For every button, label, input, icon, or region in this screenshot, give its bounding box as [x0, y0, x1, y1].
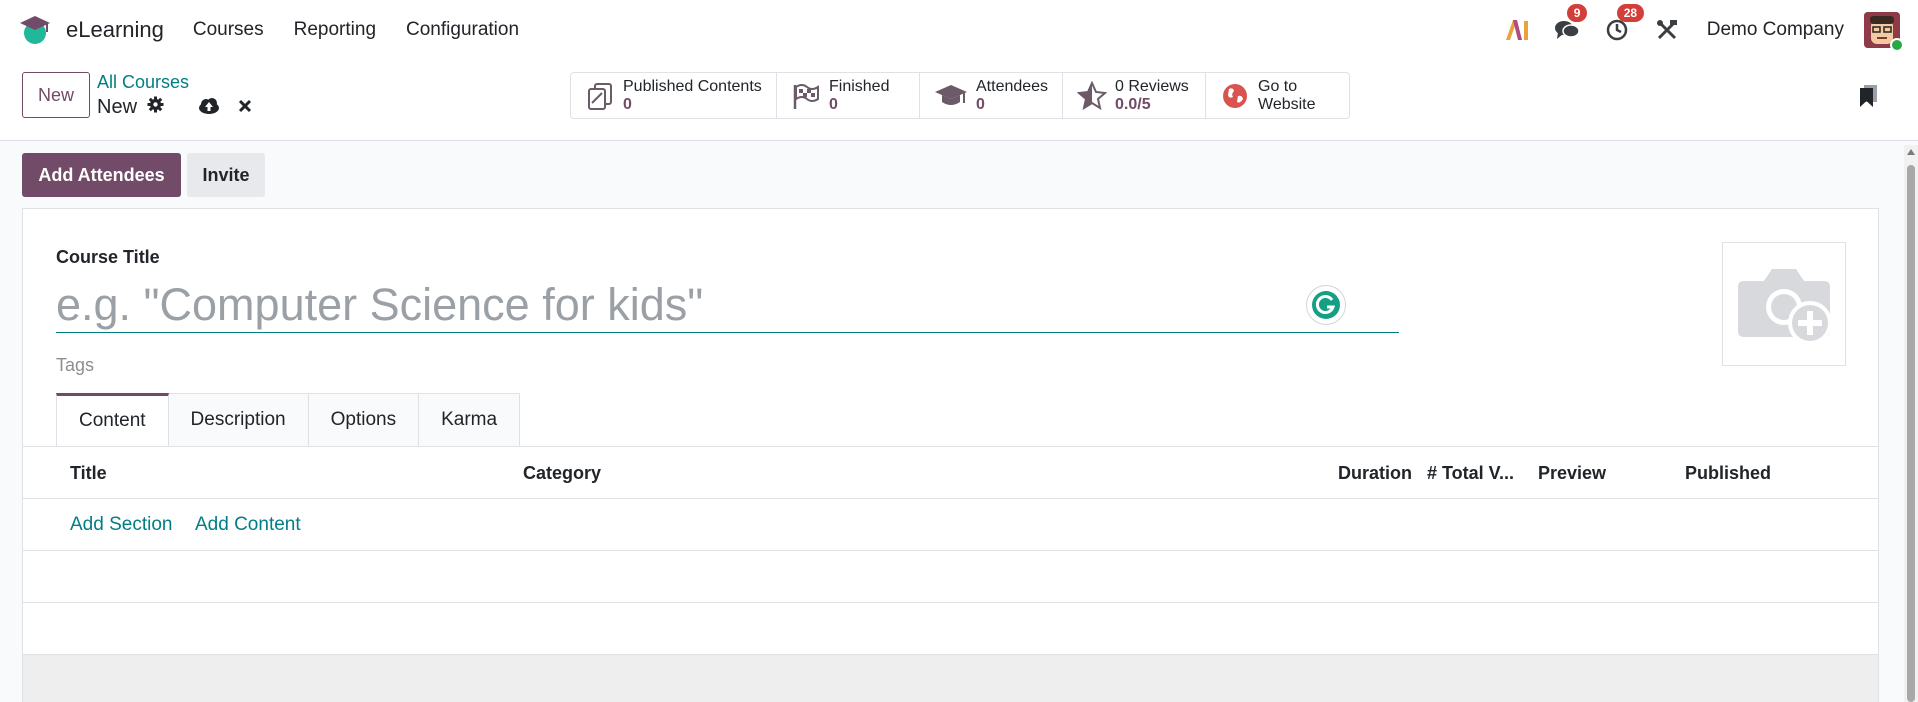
tab-content[interactable]: Content [56, 393, 169, 446]
online-status-dot [1890, 38, 1904, 52]
menu-courses[interactable]: Courses [178, 19, 279, 41]
save-cloud-icon[interactable] [198, 97, 220, 120]
menu-reporting[interactable]: Reporting [279, 19, 391, 41]
add-content-link[interactable]: Add Content [195, 514, 301, 536]
scrollbar-thumb[interactable] [1907, 165, 1915, 702]
breadcrumb-all-courses[interactable]: All Courses [97, 72, 189, 93]
menu-configuration[interactable]: Configuration [391, 19, 534, 41]
tab-karma[interactable]: Karma [419, 393, 521, 446]
add-section-link[interactable]: Add Section [70, 514, 172, 536]
debug-tools-icon[interactable] [1653, 16, 1681, 44]
stat-published-contents[interactable]: Published Contents 0 [571, 73, 777, 118]
messages-icon[interactable]: 9 [1553, 4, 1588, 44]
flag-icon [793, 84, 819, 109]
column-title[interactable]: Title [70, 463, 107, 484]
control-panel: New All Courses New Published Contents 0… [0, 60, 1918, 141]
course-title-label: Course Title [56, 247, 160, 267]
top-navbar: eLearning Courses Reporting Configuratio… [0, 0, 1918, 60]
new-button[interactable]: New [22, 72, 90, 118]
gear-icon[interactable] [147, 96, 164, 119]
stat-reviews-label: 0 Reviews [1115, 78, 1189, 95]
stat-reviews-value: 0.0/5 [1115, 96, 1151, 113]
activities-clock-icon[interactable]: 28 [1603, 4, 1645, 44]
stat-reviews[interactable]: 0 Reviews 0.0/5 [1063, 73, 1206, 118]
content-table-actions-row: Add Section Add Content [23, 499, 1878, 551]
breadcrumb-current-label: New [97, 96, 138, 118]
column-preview[interactable]: Preview [1538, 463, 1606, 484]
column-duration[interactable]: Duration [1338, 463, 1412, 484]
content-table-header: Title Category Duration # Total V... Pre… [23, 447, 1878, 499]
column-published[interactable]: Published [1685, 463, 1771, 484]
stat-go-to-website[interactable]: Go to Website [1206, 73, 1349, 118]
tab-options[interactable]: Options [308, 393, 420, 446]
form-sheet: Course Title Tags Content Description Op… [22, 208, 1879, 702]
graduation-cap-icon [935, 85, 967, 105]
scroll-up-arrow-icon[interactable] [1907, 149, 1915, 155]
app-name: eLearning [66, 17, 164, 42]
add-attendees-button[interactable]: Add Attendees [22, 153, 181, 197]
messages-badge: 9 [1566, 4, 1588, 22]
column-category[interactable]: Category [523, 463, 601, 484]
stat-go-to-website-value: Website [1258, 96, 1316, 113]
stat-buttons: Published Contents 0 Finished 0 Attendee… [570, 72, 1350, 119]
form-tabs: Content Description Options Karma [56, 393, 521, 446]
table-row [23, 551, 1878, 603]
ai-icon[interactable] [1503, 16, 1531, 44]
globe-icon [1223, 84, 1247, 108]
stat-attendees-label: Attendees [976, 78, 1049, 95]
navbar-right: 9 28 Demo Company [1481, 0, 1918, 60]
documents-icon [588, 83, 612, 110]
company-switcher[interactable]: Demo Company [1707, 19, 1844, 41]
course-title-input[interactable] [56, 277, 1399, 333]
camera-plus-icon [1738, 269, 1832, 345]
star-icon [1077, 81, 1107, 111]
tags-field[interactable]: Tags [56, 355, 94, 376]
stat-finished-value: 0 [829, 96, 838, 113]
top-menu: Courses Reporting Configuration [178, 19, 534, 41]
stat-attendees-value: 0 [976, 96, 985, 113]
stat-finished-label: Finished [829, 78, 890, 95]
grammarly-icon[interactable] [1306, 285, 1346, 325]
course-image-upload[interactable] [1722, 242, 1846, 366]
stat-attendees[interactable]: Attendees 0 [920, 73, 1063, 118]
column-total-views[interactable]: # Total V... [1427, 463, 1514, 484]
stat-published-contents-value: 0 [623, 96, 632, 113]
elearning-logo-icon [18, 13, 52, 47]
stat-go-to-website-label: Go to [1258, 78, 1298, 95]
invite-button[interactable]: Invite [187, 153, 265, 197]
user-avatar[interactable] [1864, 12, 1904, 52]
breadcrumb-current: New [97, 96, 164, 119]
discard-close-icon[interactable] [238, 99, 252, 118]
stat-finished[interactable]: Finished 0 [777, 73, 920, 118]
table-row [23, 603, 1878, 655]
tab-description[interactable]: Description [168, 393, 309, 446]
activities-badge: 28 [1616, 4, 1645, 22]
table-footer [23, 655, 1878, 702]
stat-published-contents-label: Published Contents [623, 78, 762, 95]
bookmark-icon[interactable] [1860, 85, 1878, 112]
app-brand[interactable]: eLearning [18, 13, 164, 47]
page-scrollbar[interactable] [1904, 145, 1918, 702]
